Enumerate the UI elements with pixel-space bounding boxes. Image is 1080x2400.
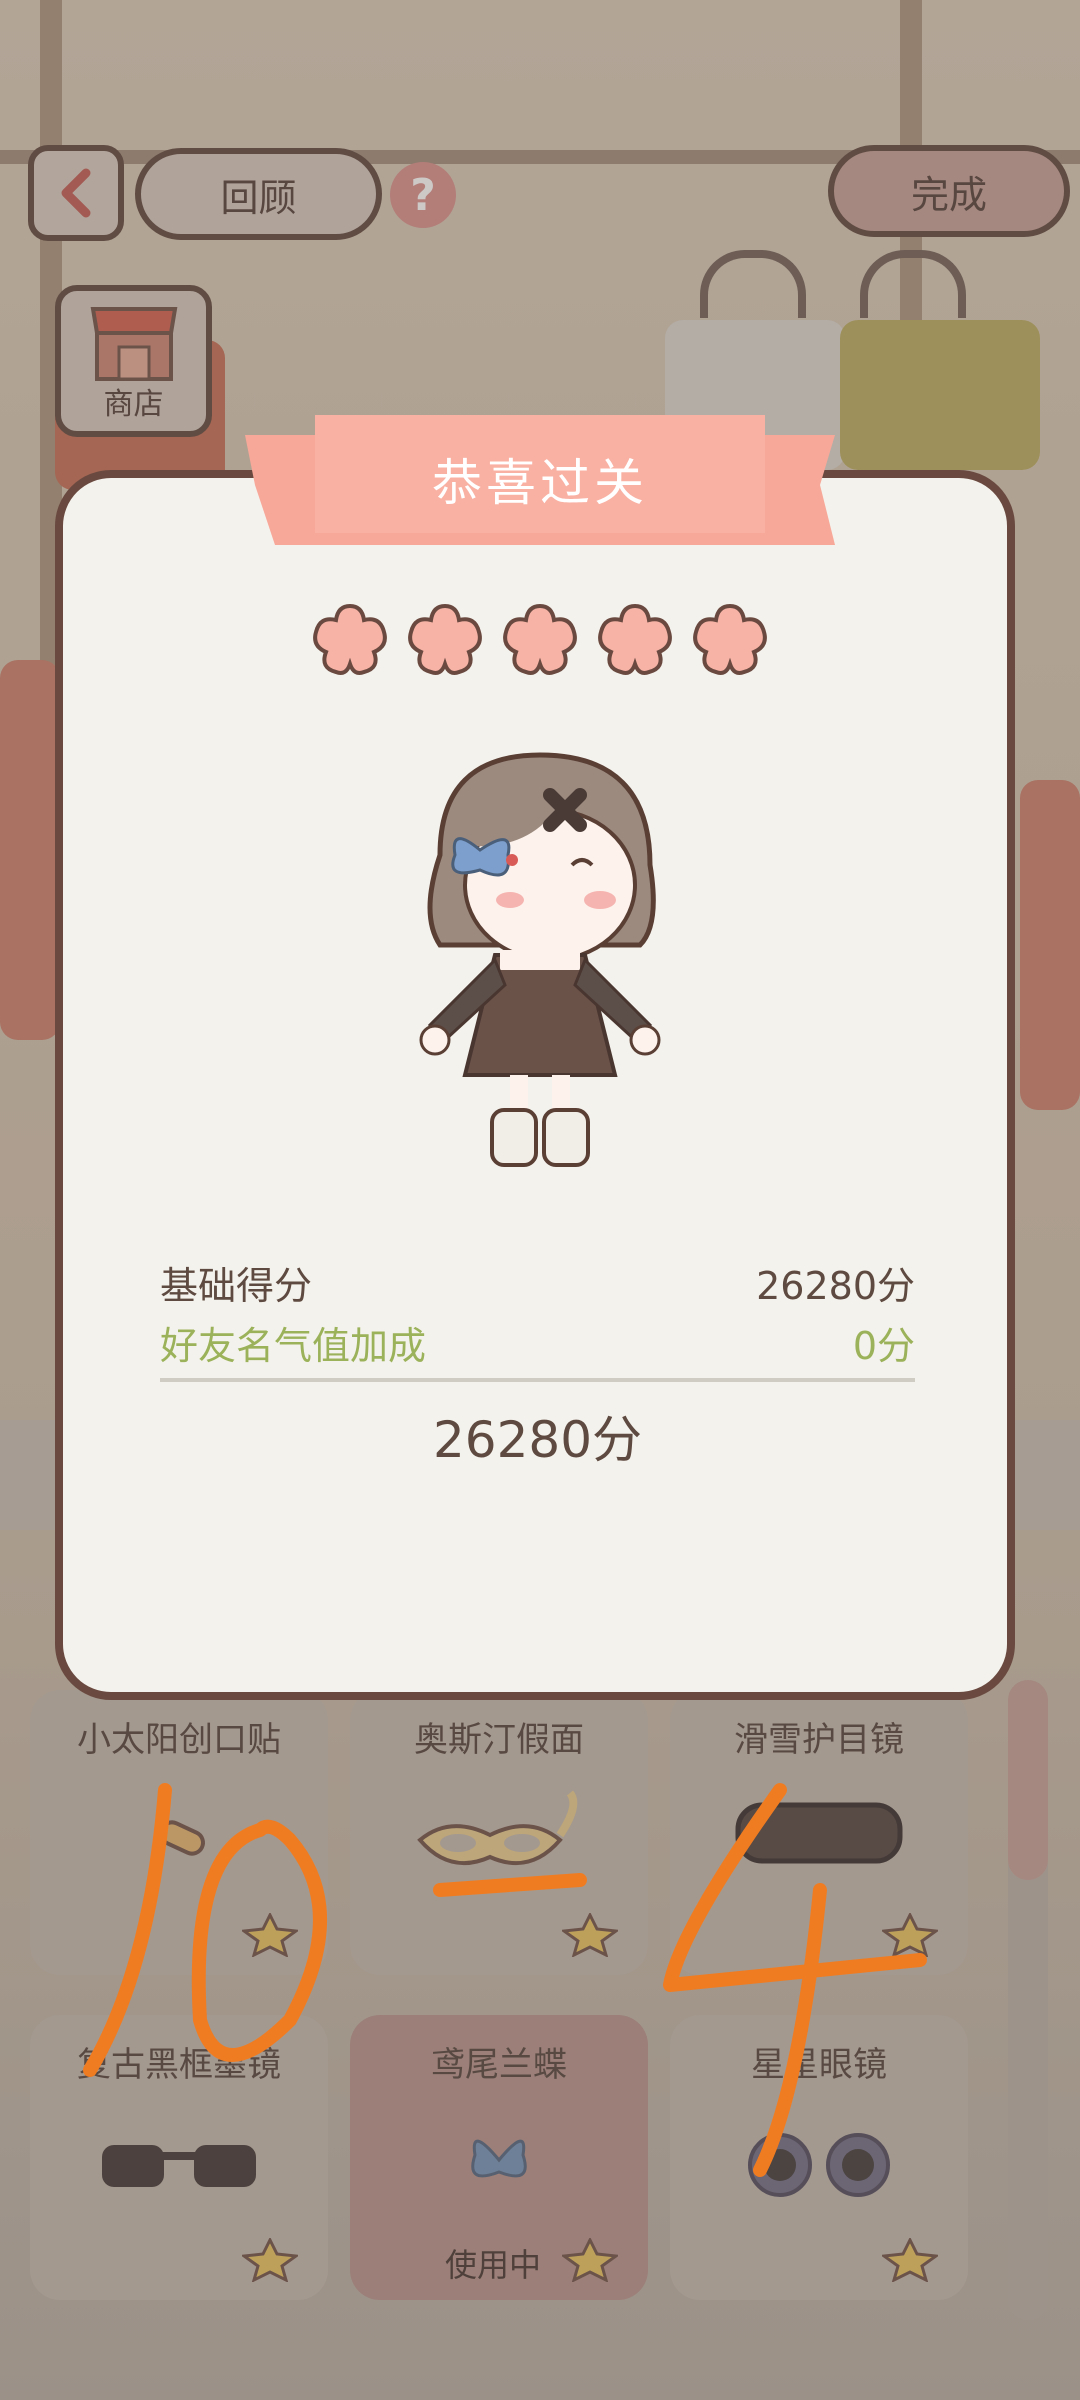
character-avatar (419, 752, 661, 1167)
friend-bonus-label: 好友名气值加成 (160, 1324, 427, 1368)
base-score-label: 基础得分 (160, 1264, 313, 1308)
friend-bonus-value: 0分 (852, 1324, 915, 1368)
star-icon (598, 603, 672, 675)
friend-bonus-row: 好友名气值加成 0分 (160, 1315, 915, 1370)
star-icon (408, 603, 482, 675)
base-score-row: 基础得分 26280分 (160, 1255, 915, 1310)
rating-stars (310, 600, 770, 680)
total-score: 26280分 (432, 1411, 643, 1469)
handwritten-level-annotation (83, 1783, 927, 2177)
title-ribbon: 恭喜过关 (245, 405, 835, 555)
dialog-title: 恭喜过关 (432, 454, 648, 512)
score-divider (160, 1378, 915, 1382)
star-icon (693, 603, 767, 675)
star-icon (503, 603, 577, 675)
base-score-value: 26280分 (756, 1264, 915, 1308)
star-icon (313, 603, 387, 675)
